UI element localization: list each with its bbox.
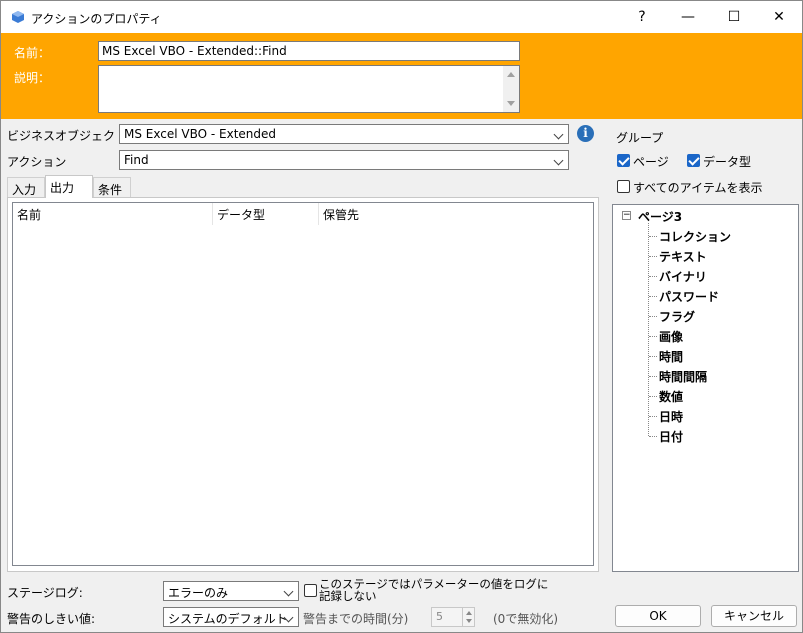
header-panel: 名前： MS Excel VBO - Extended::Find 説明：	[1, 33, 802, 119]
action-select[interactable]: Find	[119, 150, 569, 170]
warning-time-hint: (0で無効化)	[493, 612, 558, 626]
warning-threshold-value: システムのデフォルト	[168, 612, 288, 626]
stepper-up-icon[interactable]	[466, 611, 472, 615]
tree-connector	[648, 223, 649, 436]
stage-log-label: ステージログ:	[7, 586, 83, 600]
minimize-button[interactable]: —	[665, 1, 711, 33]
no-log-params-label: このステージではパラメーターの値をログに記録しない	[319, 577, 549, 603]
scroll-up-icon[interactable]	[507, 72, 515, 77]
datatype-checkbox[interactable]	[687, 154, 700, 167]
warning-time-stepper[interactable]: 5	[431, 607, 475, 627]
tab-input[interactable]: 入力	[7, 177, 45, 197]
action-properties-window: アクションのプロパティ ? — ☐ ✕ 名前： MS Excel VBO - E…	[0, 0, 803, 633]
tree-branch	[649, 316, 657, 317]
action-label: アクション	[7, 155, 67, 169]
ok-button[interactable]: OK	[615, 605, 701, 627]
description-label: 説明：	[14, 71, 51, 85]
tree-item-number[interactable]: 数値	[659, 388, 683, 405]
tree-branch	[649, 256, 657, 257]
business-object-label: ビジネスオブジェクト	[7, 129, 128, 143]
column-header-datatype[interactable]: データ型	[213, 203, 319, 225]
action-value: Find	[124, 153, 149, 167]
stage-log-select[interactable]: エラーのみ	[163, 581, 299, 601]
tree-item-text[interactable]: テキスト	[659, 248, 707, 265]
tree-branch	[649, 236, 657, 237]
help-icon: ?	[638, 9, 646, 25]
tree-item-binary[interactable]: バイナリ	[659, 268, 707, 285]
tree-branch	[649, 396, 657, 397]
app-icon	[12, 11, 24, 23]
tree-item-datetime[interactable]: 日時	[659, 408, 683, 425]
no-log-params-checkbox[interactable]	[304, 584, 317, 597]
warning-threshold-label: 警告のしきい値:	[7, 612, 96, 626]
page-checkbox-label: ページ	[633, 155, 669, 169]
group-title: グループ	[616, 131, 664, 145]
window-title: アクションのプロパティ	[31, 12, 162, 26]
tree-item-image[interactable]: 画像	[659, 328, 683, 345]
datatype-checkbox-label: データ型	[703, 155, 752, 169]
tab-output[interactable]: 出力	[45, 175, 93, 198]
description-field[interactable]	[98, 65, 520, 113]
warning-threshold-select[interactable]: システムのデフォルト	[163, 607, 299, 627]
collapse-icon[interactable]: −	[622, 211, 631, 220]
tree-branch	[649, 436, 657, 437]
show-all-label: すべてのアイテムを表示	[633, 181, 763, 195]
business-object-value: MS Excel VBO - Extended	[124, 127, 277, 141]
warning-time-label: 警告までの時間(分)	[303, 612, 409, 626]
title-bar: アクションのプロパティ ? — ☐ ✕	[1, 1, 802, 33]
output-tab-panel: 名前 データ型 保管先	[7, 197, 599, 572]
tree-item-collection[interactable]: コレクション	[659, 228, 731, 245]
chevron-down-icon	[553, 155, 564, 166]
tree-item-password[interactable]: パスワード	[659, 288, 719, 305]
maximize-icon: ☐	[727, 9, 741, 25]
info-icon[interactable]: i	[577, 125, 594, 142]
tree-branch	[649, 376, 657, 377]
output-grid[interactable]: 名前 データ型 保管先	[12, 202, 594, 566]
maximize-button[interactable]: ☐	[711, 1, 757, 33]
tab-conditions[interactable]: 条件	[93, 177, 131, 197]
stepper-buttons[interactable]	[462, 608, 474, 626]
name-label: 名前：	[14, 46, 51, 60]
description-scrollbar[interactable]	[503, 66, 519, 112]
stepper-down-icon[interactable]	[466, 619, 472, 623]
stage-log-value: エラーのみ	[168, 586, 229, 600]
help-button[interactable]: ?	[619, 1, 665, 33]
warning-time-value: 5	[436, 610, 443, 623]
tree-root-page[interactable]: ページ3	[638, 208, 682, 225]
tree-branch	[649, 296, 657, 297]
cancel-button[interactable]: キャンセル	[711, 605, 797, 627]
close-button[interactable]: ✕	[756, 1, 802, 33]
show-all-checkbox[interactable]	[617, 180, 630, 193]
tree-branch	[649, 416, 657, 417]
name-field[interactable]: MS Excel VBO - Extended::Find	[98, 41, 520, 61]
tree-item-timespan[interactable]: 時間間隔	[659, 368, 707, 385]
tree-item-time[interactable]: 時間	[659, 348, 683, 365]
tree-branch	[649, 356, 657, 357]
close-icon: ✕	[773, 9, 785, 25]
chevron-down-icon	[283, 586, 294, 597]
data-item-tree[interactable]: − ページ3 コレクション テキスト バイナリ パスワード フラグ 画像 時間 …	[612, 204, 799, 572]
minimize-icon: —	[681, 9, 695, 25]
tree-branch	[649, 336, 657, 337]
business-object-select[interactable]: MS Excel VBO - Extended	[119, 124, 569, 144]
tree-branch	[649, 276, 657, 277]
tree-item-date[interactable]: 日付	[659, 428, 683, 445]
column-header-storage[interactable]: 保管先	[319, 203, 469, 225]
scroll-down-icon[interactable]	[507, 101, 515, 106]
tree-item-flag[interactable]: フラグ	[659, 308, 695, 325]
chevron-down-icon	[553, 129, 564, 140]
page-checkbox[interactable]	[617, 154, 630, 167]
column-header-name[interactable]: 名前	[13, 203, 213, 225]
